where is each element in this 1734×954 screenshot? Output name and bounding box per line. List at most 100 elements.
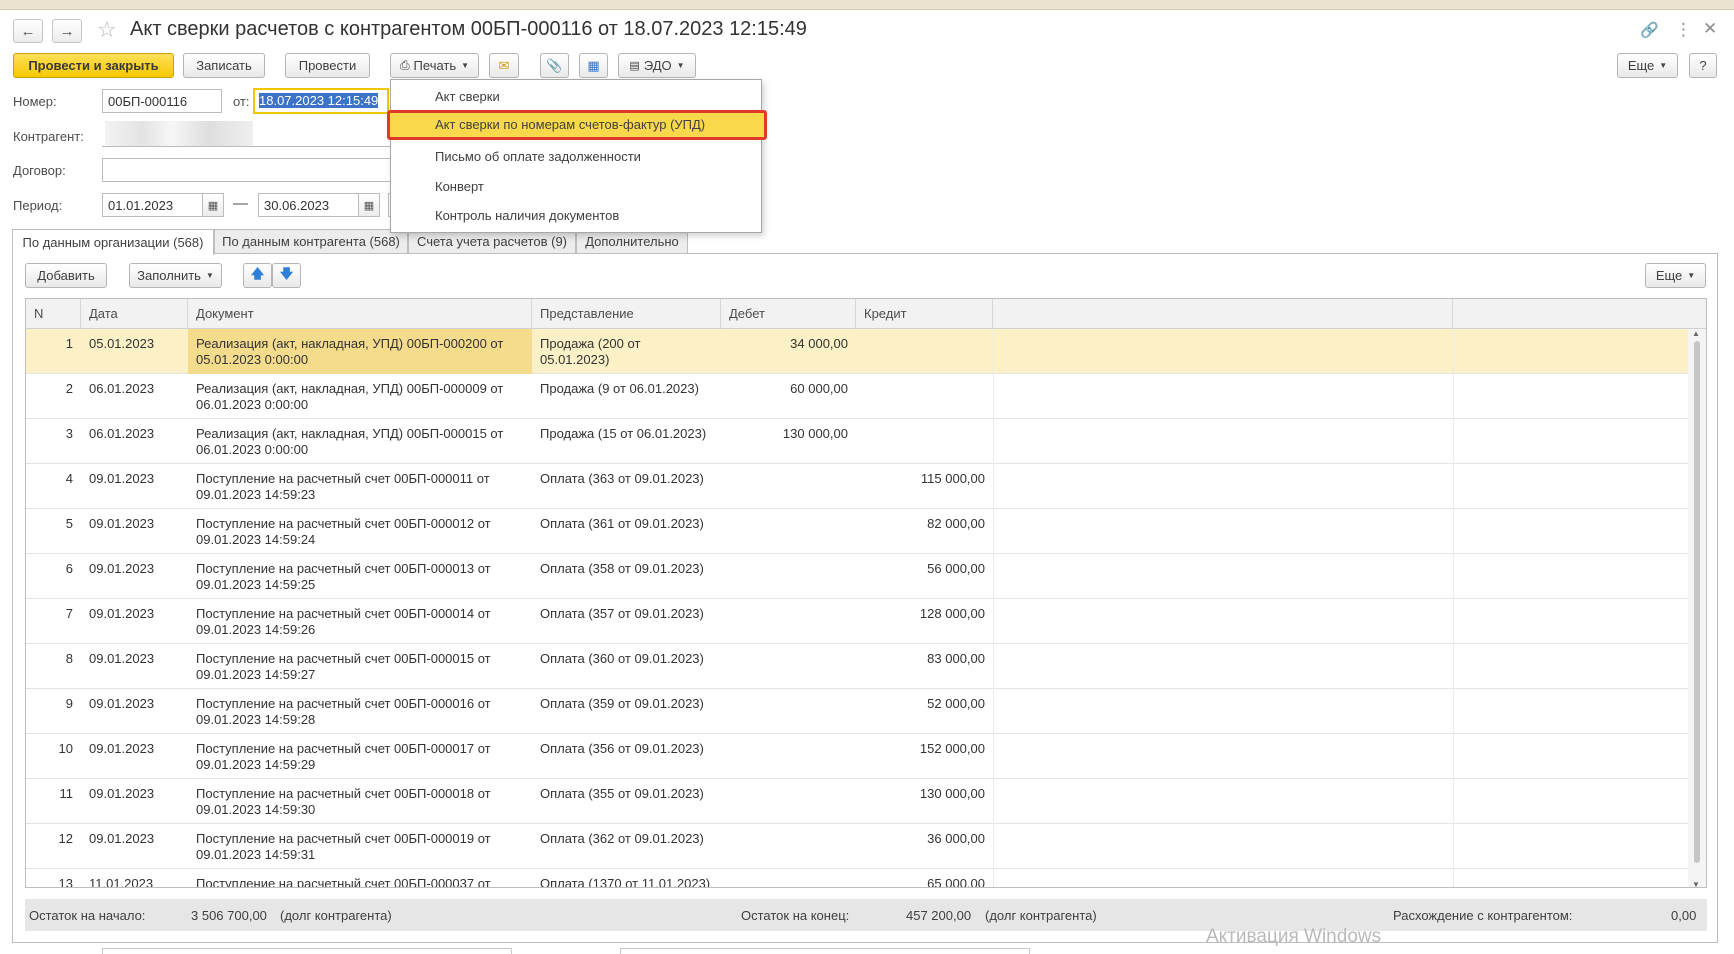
table-row[interactable]: 9 09.01.2023 Поступление на расчетный счет… <box>26 689 1690 734</box>
column-header-document[interactable]: Документ <box>188 299 532 329</box>
row-number-cell[interactable]: 2 <box>26 374 81 419</box>
column-header-credit[interactable]: Кредит <box>856 299 993 329</box>
document-cell[interactable]: Поступление на расчетный счет 00БП-00001… <box>188 644 532 689</box>
tab-counterparty-data[interactable]: По данным контрагента (568) <box>214 229 408 253</box>
row-number-cell[interactable]: 8 <box>26 644 81 689</box>
document-cell[interactable]: Поступление на расчетный счет 00БП-00001… <box>188 554 532 599</box>
vertical-scrollbar[interactable]: ▲ ▼ <box>1688 329 1706 887</box>
date-cell[interactable]: 05.01.2023 <box>81 329 188 374</box>
date-cell[interactable]: 06.01.2023 <box>81 419 188 464</box>
forward-button[interactable]: → <box>52 19 82 43</box>
presentation-cell[interactable]: Оплата (358 от 09.01.2023) <box>532 554 721 599</box>
document-cell[interactable]: Поступление на расчетный счет 00БП-00001… <box>188 734 532 779</box>
star-icon[interactable]: ☆ <box>97 17 117 43</box>
credit-cell[interactable]: 65 000,00 <box>856 869 993 887</box>
close-icon[interactable]: ✕ <box>1703 19 1717 39</box>
row-number-cell[interactable]: 4 <box>26 464 81 509</box>
table-row[interactable]: 12 09.01.2023 Поступление на расчетный сче… <box>26 824 1690 869</box>
link-icon[interactable]: 🔗 <box>1640 21 1659 39</box>
table-row[interactable]: 1 05.01.2023 Реализация (акт, накладная, У… <box>26 329 1690 374</box>
post-and-close-button[interactable]: Провести и закрыть <box>13 53 174 78</box>
row-number-cell[interactable]: 9 <box>26 689 81 734</box>
credit-cell[interactable]: 152 000,00 <box>856 734 993 779</box>
row-number-cell[interactable]: 6 <box>26 554 81 599</box>
table-row[interactable]: 11 09.01.2023 Поступление на расчетный сче… <box>26 779 1690 824</box>
credit-cell[interactable] <box>856 374 993 419</box>
presentation-cell[interactable]: Оплата (361 от 09.01.2023) <box>532 509 721 554</box>
date-cell[interactable]: 09.01.2023 <box>81 464 188 509</box>
document-cell[interactable]: Поступление на расчетный счет 00БП-00003… <box>188 869 532 887</box>
bottom-field[interactable] <box>620 948 1030 954</box>
period-from-field[interactable]: 01.01.2023 <box>102 193 203 217</box>
date-cell[interactable]: 09.01.2023 <box>81 644 188 689</box>
fill-button[interactable]: Заполнить ▼ <box>129 263 222 288</box>
table-row[interactable]: 5 09.01.2023 Поступление на расчетный счет… <box>26 509 1690 554</box>
calendar-icon[interactable]: ▦ <box>358 193 380 217</box>
row-number-cell[interactable]: 5 <box>26 509 81 554</box>
debit-cell[interactable] <box>721 599 856 644</box>
menu-item-documents-check[interactable]: Контроль наличия документов <box>435 208 619 223</box>
debit-cell[interactable] <box>721 869 856 887</box>
presentation-cell[interactable]: Оплата (362 от 09.01.2023) <box>532 824 721 869</box>
row-number-cell[interactable]: 3 <box>26 419 81 464</box>
credit-cell[interactable]: 130 000,00 <box>856 779 993 824</box>
debit-cell[interactable] <box>721 554 856 599</box>
table-row[interactable]: 13 11.01.2023 Поступление на расчетный сче… <box>26 869 1690 887</box>
presentation-cell[interactable]: Продажа (200 от 05.01.2023) <box>532 329 721 374</box>
scroll-down-icon[interactable]: ▼ <box>1692 880 1700 887</box>
bottom-field[interactable] <box>102 948 512 954</box>
credit-cell[interactable]: 83 000,00 <box>856 644 993 689</box>
add-row-button[interactable]: Добавить <box>25 263 107 288</box>
debit-cell[interactable] <box>721 824 856 869</box>
post-button[interactable]: Провести <box>285 53 370 78</box>
date-cell[interactable]: 06.01.2023 <box>81 374 188 419</box>
document-cell[interactable]: Поступление на расчетный счет 00БП-00001… <box>188 509 532 554</box>
document-cell[interactable]: Реализация (акт, накладная, УПД) 00БП-00… <box>188 374 532 419</box>
date-cell[interactable]: 09.01.2023 <box>81 779 188 824</box>
scroll-up-icon[interactable]: ▲ <box>1692 329 1700 338</box>
date-cell[interactable]: 09.01.2023 <box>81 509 188 554</box>
presentation-cell[interactable]: Оплата (363 от 09.01.2023) <box>532 464 721 509</box>
more-button[interactable]: Еще ▼ <box>1617 53 1678 78</box>
document-cell[interactable]: Поступление на расчетный счет 00БП-00001… <box>188 824 532 869</box>
debit-cell[interactable]: 130 000,00 <box>721 419 856 464</box>
row-number-cell[interactable]: 12 <box>26 824 81 869</box>
table-row[interactable]: 6 09.01.2023 Поступление на расчетный счет… <box>26 554 1690 599</box>
row-number-cell[interactable]: 7 <box>26 599 81 644</box>
save-button[interactable]: Записать <box>183 53 265 78</box>
edo-button[interactable]: ▤ ЭДО ▼ <box>618 53 696 78</box>
table-row[interactable]: 4 09.01.2023 Поступление на расчетный счет… <box>26 464 1690 509</box>
debit-cell[interactable]: 60 000,00 <box>721 374 856 419</box>
attach-button[interactable]: 📎 <box>540 53 569 78</box>
menu-item-envelope[interactable]: Конверт <box>435 179 484 194</box>
column-header-n[interactable]: N <box>26 299 81 329</box>
documents-table[interactable]: N Дата Документ Представление Дебет Кред… <box>25 298 1707 888</box>
move-down-button[interactable]: 🡇 <box>272 263 301 288</box>
column-header-date[interactable]: Дата <box>81 299 188 329</box>
debit-cell[interactable] <box>721 644 856 689</box>
debit-cell[interactable] <box>721 734 856 779</box>
debit-cell[interactable] <box>721 689 856 734</box>
email-button[interactable]: ✉ <box>489 53 519 78</box>
presentation-cell[interactable]: Продажа (9 от 06.01.2023) <box>532 374 721 419</box>
menu-item-debt-letter[interactable]: Письмо об оплате задолженности <box>435 149 641 164</box>
period-to-field[interactable]: 30.06.2023 <box>258 193 359 217</box>
table-more-button[interactable]: Еще ▼ <box>1645 263 1706 288</box>
calendar-icon[interactable]: ▦ <box>202 193 224 217</box>
table-row[interactable]: 3 06.01.2023 Реализация (акт, накладная, У… <box>26 419 1690 464</box>
menu-item-reconciliation-act[interactable]: Акт сверки <box>435 89 500 104</box>
table-row[interactable]: 8 09.01.2023 Поступление на расчетный счет… <box>26 644 1690 689</box>
document-cell[interactable]: Поступление на расчетный счет 00БП-00001… <box>188 599 532 644</box>
document-cell[interactable]: Поступление на расчетный счет 00БП-00001… <box>188 779 532 824</box>
help-button[interactable]: ? <box>1689 53 1717 78</box>
presentation-cell[interactable]: Продажа (15 от 06.01.2023) <box>532 419 721 464</box>
debit-cell[interactable] <box>721 464 856 509</box>
presentation-cell[interactable]: Оплата (355 от 09.01.2023) <box>532 779 721 824</box>
date-cell[interactable]: 09.01.2023 <box>81 689 188 734</box>
row-number-cell[interactable]: 1 <box>26 329 81 374</box>
document-cell[interactable]: Поступление на расчетный счет 00БП-00001… <box>188 464 532 509</box>
table-row[interactable]: 7 09.01.2023 Поступление на расчетный счет… <box>26 599 1690 644</box>
presentation-cell[interactable]: Оплата (1370 от 11.01.2023) <box>532 869 721 887</box>
column-header-presentation[interactable]: Представление <box>532 299 721 329</box>
contract-field[interactable] <box>102 158 392 182</box>
